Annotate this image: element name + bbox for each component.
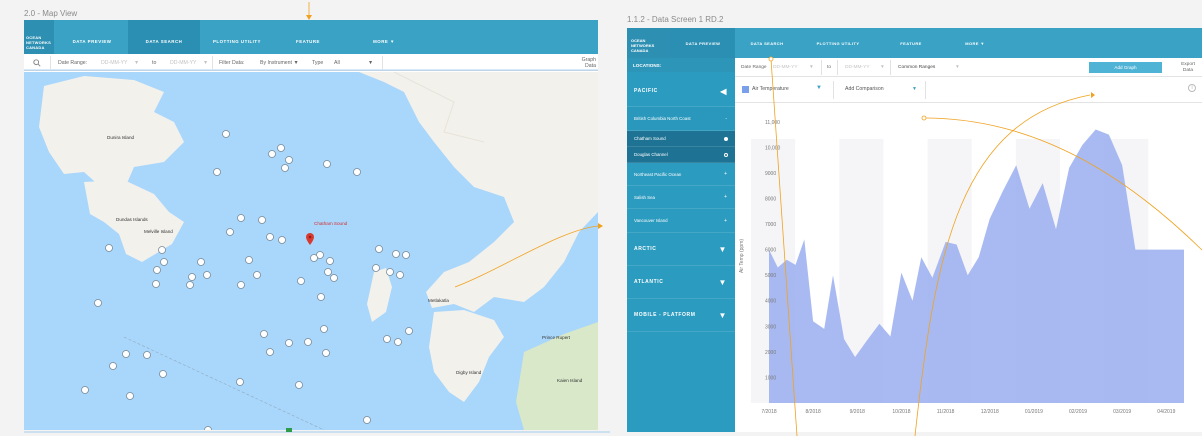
handle-icon [286, 428, 292, 432]
arrow-head-icon [598, 223, 603, 229]
arrow-head-icon [306, 15, 312, 20]
link-anchor-icon [921, 115, 927, 121]
link-line [914, 94, 1091, 436]
design-canvas: 2.0 - Map View 1.1.2 - Data Screen 1 RD.… [0, 0, 1202, 436]
link-line [770, 58, 798, 436]
arrow-head-icon [1091, 92, 1095, 98]
link-line [454, 225, 599, 288]
prototype-links [24, 2, 1202, 436]
link-anchor-icon [768, 56, 774, 62]
link-line [923, 117, 1202, 251]
